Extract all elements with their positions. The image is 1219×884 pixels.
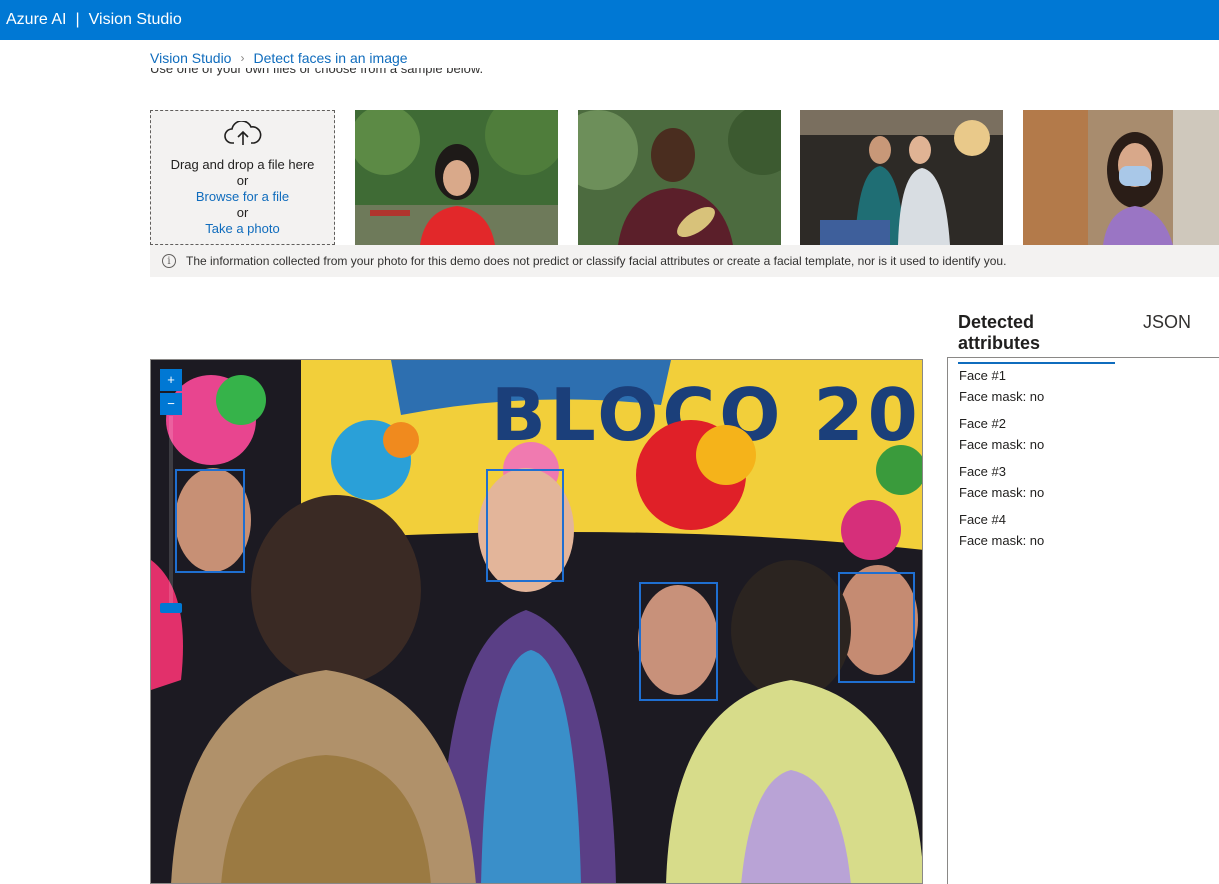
info-icon: i <box>162 254 176 268</box>
brand-separator: | <box>75 11 80 28</box>
face-box-3[interactable] <box>639 582 718 701</box>
zoom-slider-handle[interactable] <box>160 603 182 613</box>
privacy-notice-text: The information collected from your phot… <box>186 254 1007 268</box>
analyzed-image: BLOCO 20 <box>150 359 923 884</box>
sample-thumbnail-1[interactable] <box>355 110 558 245</box>
drag-drop-text: Drag and drop a file here <box>170 157 315 172</box>
upload-dropzone[interactable]: Drag and drop a file here or Browse for … <box>150 110 335 245</box>
chevron-right-icon: › <box>240 51 245 65</box>
face-title: Face #1 <box>959 368 1006 383</box>
breadcrumb-current-link[interactable]: Detect faces in an image <box>253 50 407 66</box>
sample-thumbnail-4[interactable] <box>1023 110 1219 245</box>
or-text-2: or <box>236 205 249 220</box>
face-box-1[interactable] <box>175 469 245 573</box>
top-bar: Azure AI | Vision Studio <box>0 0 1219 40</box>
face-title: Face #3 <box>959 464 1006 479</box>
cloud-upload-icon <box>223 120 261 145</box>
brand-label[interactable]: Azure AI <box>6 11 66 29</box>
take-photo-link[interactable]: Take a photo <box>151 221 334 237</box>
zoom-in-button[interactable]: + <box>160 369 182 391</box>
sample-thumbnail-3[interactable] <box>800 110 1003 245</box>
privacy-notice: i The information collected from your ph… <box>150 245 1219 277</box>
face-title: Face #4 <box>959 512 1006 527</box>
zoom-slider-track[interactable] <box>169 416 173 606</box>
product-label[interactable]: Vision Studio <box>89 11 182 29</box>
sample-thumbnail-2[interactable] <box>578 110 781 245</box>
face-result: Face #4 Face mask: no <box>959 509 1215 551</box>
detected-attributes-panel: Face #1 Face mask: no Face #2 Face mask:… <box>947 357 1219 884</box>
or-text-1: or <box>236 173 249 188</box>
face-title: Face #2 <box>959 416 1006 431</box>
breadcrumb-root-link[interactable]: Vision Studio <box>150 50 231 66</box>
face-box-2[interactable] <box>486 469 564 582</box>
face-mask-value: Face mask: no <box>959 437 1045 452</box>
face-mask-value: Face mask: no <box>959 533 1045 548</box>
face-result: Face #2 Face mask: no <box>959 413 1215 455</box>
face-box-4[interactable] <box>838 572 915 683</box>
face-result: Face #3 Face mask: no <box>959 461 1215 503</box>
browse-file-link[interactable]: Browse for a file <box>151 189 334 205</box>
face-result: Face #1 Face mask: no <box>959 365 1215 407</box>
face-mask-value: Face mask: no <box>959 485 1045 500</box>
breadcrumb: Vision Studio › Detect faces in an image <box>150 50 408 66</box>
intro-text: Use one of your own files or choose from… <box>150 68 484 76</box>
zoom-out-button[interactable]: − <box>160 393 182 415</box>
face-mask-value: Face mask: no <box>959 389 1045 404</box>
zoom-controls: + − <box>160 369 182 415</box>
